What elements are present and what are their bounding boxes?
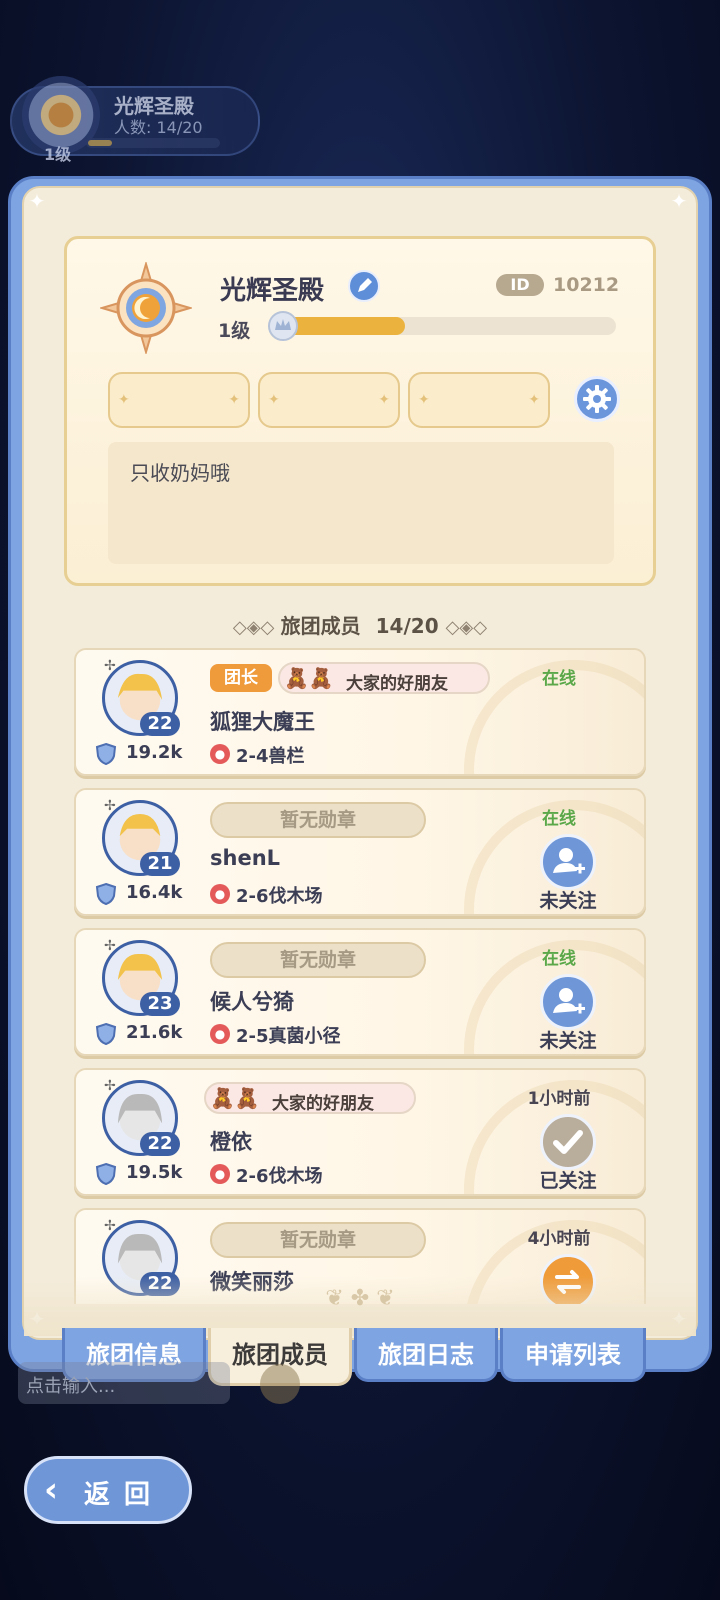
pin-icon: ✢ (104, 798, 116, 814)
member-name: 橙依 (210, 1130, 252, 1154)
chat-send-icon[interactable] (260, 1364, 300, 1404)
hud-level: 1级 (44, 145, 72, 164)
bears-badge-icon: 🧸🧸 (284, 666, 334, 690)
corner-star-icon: ✦ (670, 189, 688, 213)
member-level: 22 (140, 712, 180, 736)
shield-icon (95, 882, 117, 906)
corner-star-icon: ✦ (28, 189, 46, 213)
member-power: 21.6k (126, 1022, 183, 1043)
follow-status: 未关注 (539, 1030, 597, 1052)
location-pin-icon: ● (210, 1164, 230, 1184)
guild-id-value: 10212 (553, 274, 620, 296)
member-status: 4小时前 (527, 1229, 591, 1249)
tab-application-list[interactable]: 申请列表 (500, 1328, 646, 1382)
badge-name: 大家的好朋友 (272, 1094, 374, 1114)
pin-icon: ✢ (104, 938, 116, 954)
add-friend-icon (553, 988, 585, 1014)
no-badge-pill: 暂无勋章 (210, 942, 426, 978)
member-status: 在线 (542, 949, 576, 969)
follow-status: 已关注 (539, 1170, 597, 1192)
hud-member-count: 人数: 14/20 (114, 118, 203, 137)
pencil-icon (358, 278, 372, 292)
member-power: 19.2k (126, 742, 183, 763)
guild-id-label: ID (496, 274, 544, 296)
guild-name: 光辉圣殿 (220, 276, 325, 306)
gear-icon (583, 385, 611, 413)
guild-emblem-icon (100, 262, 192, 354)
member-stage: 2-4兽栏 (236, 746, 305, 767)
guild-level-progress (286, 317, 405, 335)
badge-pill[interactable]: 🧸🧸 大家的好朋友 (204, 1082, 416, 1114)
guild-badge-slot-3[interactable]: ✦ ✦ (408, 372, 550, 428)
edit-name-button[interactable] (348, 270, 380, 302)
guild-badge-slot-2[interactable]: ✦ ✦ (258, 372, 400, 428)
back-label: 返回 (84, 1480, 165, 1510)
ornament-right-icon: ◇◈◇ (445, 617, 488, 638)
add-friend-icon (553, 848, 585, 874)
shield-icon (95, 742, 117, 766)
location-pin-icon: ● (210, 884, 230, 904)
bottom-ornament-icon: ❦ ✤ ❦ (325, 1286, 395, 1311)
member-card[interactable]: ✢ 23 暂无勋章 候人兮猗 21.6k ● 2-5真菌小径 在线 未关注 (74, 928, 646, 1056)
location-pin-icon: ● (210, 744, 230, 764)
member-status: 1小时前 (527, 1089, 591, 1109)
settings-button[interactable] (574, 376, 620, 422)
guild-motto: 只收奶妈哦 (130, 461, 230, 485)
follow-status: 未关注 (539, 890, 597, 912)
member-power: 16.4k (126, 882, 183, 903)
pin-icon: ✢ (104, 658, 116, 674)
no-badge-pill: 暂无勋章 (210, 802, 426, 838)
unfollow-button[interactable] (540, 1114, 596, 1170)
member-status: 在线 (542, 809, 576, 829)
follow-button[interactable] (540, 974, 596, 1030)
members-header: ◇◈◇ 旅团成员 14/20 ◇◈◇ (0, 610, 720, 639)
follow-button[interactable] (540, 834, 596, 890)
members-title: 旅团成员 (280, 614, 361, 638)
member-stage: 2-5真菌小径 (236, 1026, 341, 1047)
guild-level: 1级 (218, 320, 251, 342)
member-power: 19.5k (126, 1162, 183, 1183)
member-card[interactable]: ✢ 22 团长 🧸🧸 大家的好朋友 狐狸大魔王 19.2k ● 2-4兽栏 在线 (74, 648, 646, 776)
shield-icon (95, 1162, 117, 1186)
bears-badge-icon: 🧸🧸 (210, 1086, 260, 1110)
member-name: shenL (210, 846, 281, 870)
hud-level-bar-fill (88, 140, 112, 146)
leader-tag: 团长 (210, 664, 272, 692)
member-stage: 2-6伐木场 (236, 1166, 323, 1187)
pin-icon: ✢ (104, 1218, 116, 1234)
guild-badge-slot-1[interactable]: ✦ ✦ (108, 372, 250, 428)
tab-guild-log[interactable]: 旅团日志 (354, 1328, 498, 1382)
ornament-left-icon: ◇◈◇ (232, 617, 281, 638)
chat-placeholder: 点击输入... (26, 1376, 116, 1397)
crown-gem-icon (268, 311, 298, 341)
member-card[interactable]: ✢ 21 暂无勋章 shenL 16.4k ● 2-6伐木场 在线 未关注 (74, 788, 646, 916)
member-status: 在线 (542, 669, 576, 689)
badge-pill[interactable]: 🧸🧸 大家的好朋友 (278, 662, 490, 694)
no-badge-pill: 暂无勋章 (210, 1222, 426, 1258)
member-level: 23 (140, 992, 180, 1016)
member-list[interactable]: ✢ 22 团长 🧸🧸 大家的好朋友 狐狸大魔王 19.2k ● 2-4兽栏 在线… (74, 648, 648, 1304)
member-name: 候人兮猗 (210, 990, 294, 1014)
member-card[interactable]: ✢ 22 🧸🧸 大家的好朋友 橙依 19.5k ● 2-6伐木场 1小时前 已关… (74, 1068, 646, 1196)
member-stage: 2-6伐木场 (236, 886, 323, 907)
location-pin-icon: ● (210, 1024, 230, 1044)
member-name: 狐狸大魔王 (210, 710, 315, 734)
badge-name: 大家的好朋友 (346, 674, 448, 694)
shield-icon (95, 1022, 117, 1046)
back-arrow-icon: ‹ (44, 1470, 59, 1510)
member-level: 21 (140, 852, 180, 876)
member-level: 22 (140, 1132, 180, 1156)
check-icon (553, 1130, 583, 1154)
members-count: 14/20 (375, 614, 439, 638)
pin-icon: ✢ (104, 1078, 116, 1094)
